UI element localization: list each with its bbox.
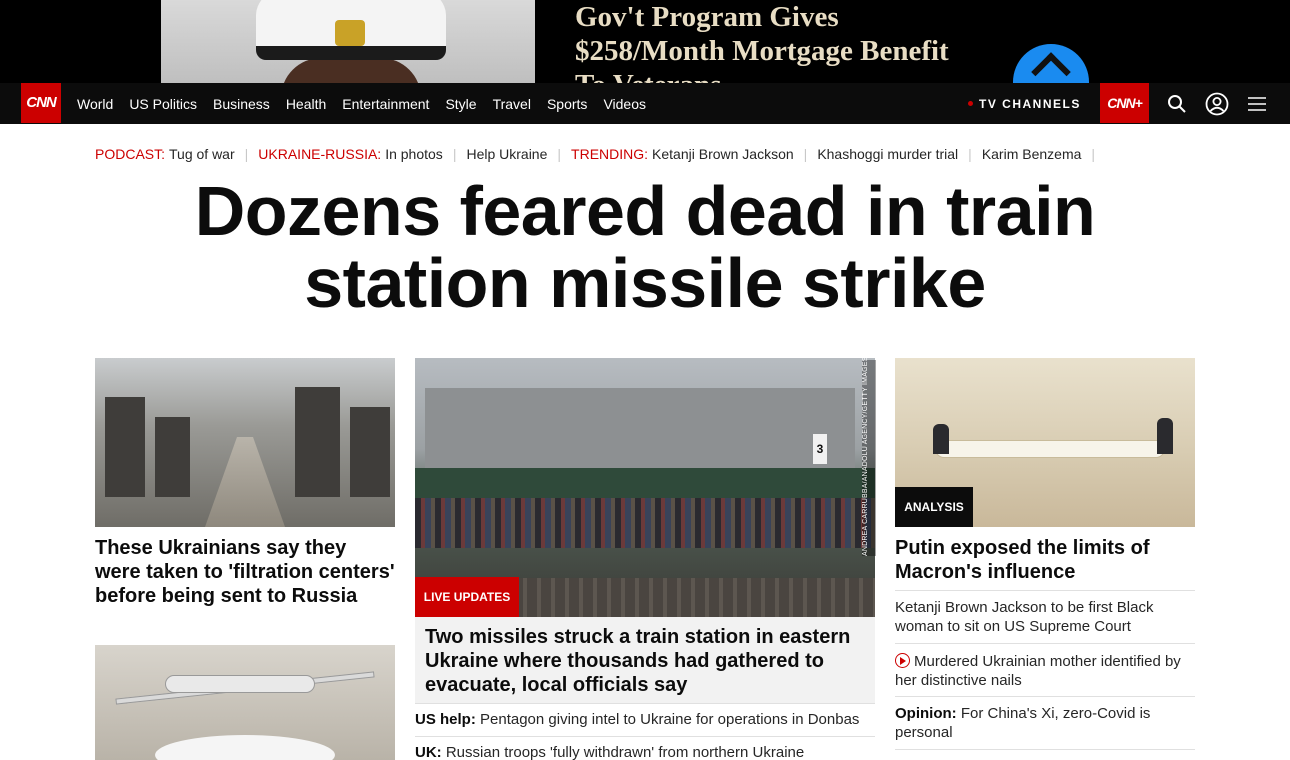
cnn-plus-logo[interactable]: CNN+ — [1100, 83, 1149, 123]
trending-key: PODCAST: — [95, 146, 166, 162]
search-icon[interactable] — [1162, 83, 1192, 124]
nav-link-business[interactable]: Business — [213, 96, 270, 112]
item-text: Russian troops 'fully withdrawn' from no… — [445, 744, 805, 760]
analysis-badge: ANALYSIS — [895, 487, 973, 527]
menu-icon[interactable] — [1242, 83, 1272, 124]
nav-link-sports[interactable]: Sports — [547, 96, 587, 112]
trending-key: TRENDING: — [571, 146, 649, 162]
trending-link[interactable]: Ketanji Brown Jackson — [652, 146, 794, 162]
list-item[interactable]: Murdered Ukrainian mother identified by … — [895, 643, 1195, 690]
story-headline-filtration[interactable]: These Ukrainians say they were taken to … — [95, 536, 395, 608]
trending-link[interactable]: Tug of war — [169, 146, 235, 162]
item-kicker: UK: — [415, 744, 442, 760]
lead-story-headline[interactable]: Two missiles struck a train station in e… — [415, 617, 875, 704]
ruins-image[interactable] — [95, 358, 395, 527]
cnn-logo[interactable]: CNN — [21, 83, 61, 123]
list-item[interactable]: Opinion: For China's Xi, zero-Covid is p… — [895, 696, 1195, 742]
photo-credit: ANDREA CARRUBBA/ANADOLU AGENCY/GETTY IMA… — [862, 357, 876, 556]
list-item[interactable] — [895, 749, 1195, 760]
nav-link-style[interactable]: Style — [445, 96, 476, 112]
trending-link[interactable]: Khashoggi murder trial — [817, 146, 958, 162]
tv-channels-link[interactable]: TV CHANNELS — [968, 83, 1081, 124]
arrow-icon[interactable] — [1013, 44, 1089, 83]
account-icon[interactable] — [1202, 83, 1232, 124]
nav-links: World US Politics Business Health Entert… — [77, 83, 646, 124]
item-text: Murdered Ukrainian mother identified by … — [895, 653, 1181, 689]
trending-key: UKRAINE-RUSSIA: — [258, 146, 382, 162]
nav-link-travel[interactable]: Travel — [493, 96, 531, 112]
ad-text: Gov't Program Gives $258/Month Mortgage … — [575, 0, 949, 83]
ad-photo — [161, 0, 535, 83]
list-item[interactable]: US help: Pentagon giving intel to Ukrain… — [415, 710, 875, 737]
list-item[interactable]: Ketanji Brown Jackson to be first Black … — [895, 590, 1195, 636]
nav-link-health[interactable]: Health — [286, 96, 326, 112]
item-kicker: Opinion: — [895, 705, 957, 722]
live-updates-badge: LIVE UPDATES — [415, 577, 519, 617]
nav-link-world[interactable]: World — [77, 96, 113, 112]
trending-bar: PODCAST: Tug of war | UKRAINE-RUSSIA: In p… — [95, 146, 1096, 162]
nav-link-entertainment[interactable]: Entertainment — [342, 96, 429, 112]
item-text: Pentagon giving intel to Ukraine for ope… — [480, 711, 860, 728]
ad-line-1: Gov't Program Gives — [575, 1, 839, 33]
main-headline[interactable]: Dozens feared dead in train station miss… — [95, 175, 1195, 319]
list-item[interactable]: UK: Russian troops 'fully withdrawn' fro… — [415, 743, 875, 760]
item-text: Ketanji Brown Jackson to be first Black … — [895, 599, 1154, 635]
play-video-icon — [895, 653, 910, 668]
top-navigation: CNN World US Politics Business Health En… — [0, 83, 1290, 124]
live-dot-icon — [968, 101, 973, 106]
platform-sign: 3 — [813, 434, 827, 464]
nav-link-us-politics[interactable]: US Politics — [129, 96, 197, 112]
nav-link-videos[interactable]: Videos — [603, 96, 646, 112]
ad-line-3: To Veterans — [575, 68, 949, 83]
advertisement-banner[interactable]: Gov't Program Gives $258/Month Mortgage … — [0, 0, 1290, 83]
trending-link[interactable]: Help Ukraine — [466, 146, 547, 162]
trending-link[interactable]: In photos — [385, 146, 443, 162]
tv-channels-label: TV CHANNELS — [979, 96, 1081, 111]
item-kicker: US help: — [415, 711, 476, 728]
trending-link[interactable]: Karim Benzema — [982, 146, 1082, 162]
drone-image[interactable] — [95, 645, 395, 760]
story-headline-macron[interactable]: Putin exposed the limits of Macron's inf… — [895, 536, 1195, 584]
ad-line-2: $258/Month Mortgage Benefit — [575, 35, 949, 67]
